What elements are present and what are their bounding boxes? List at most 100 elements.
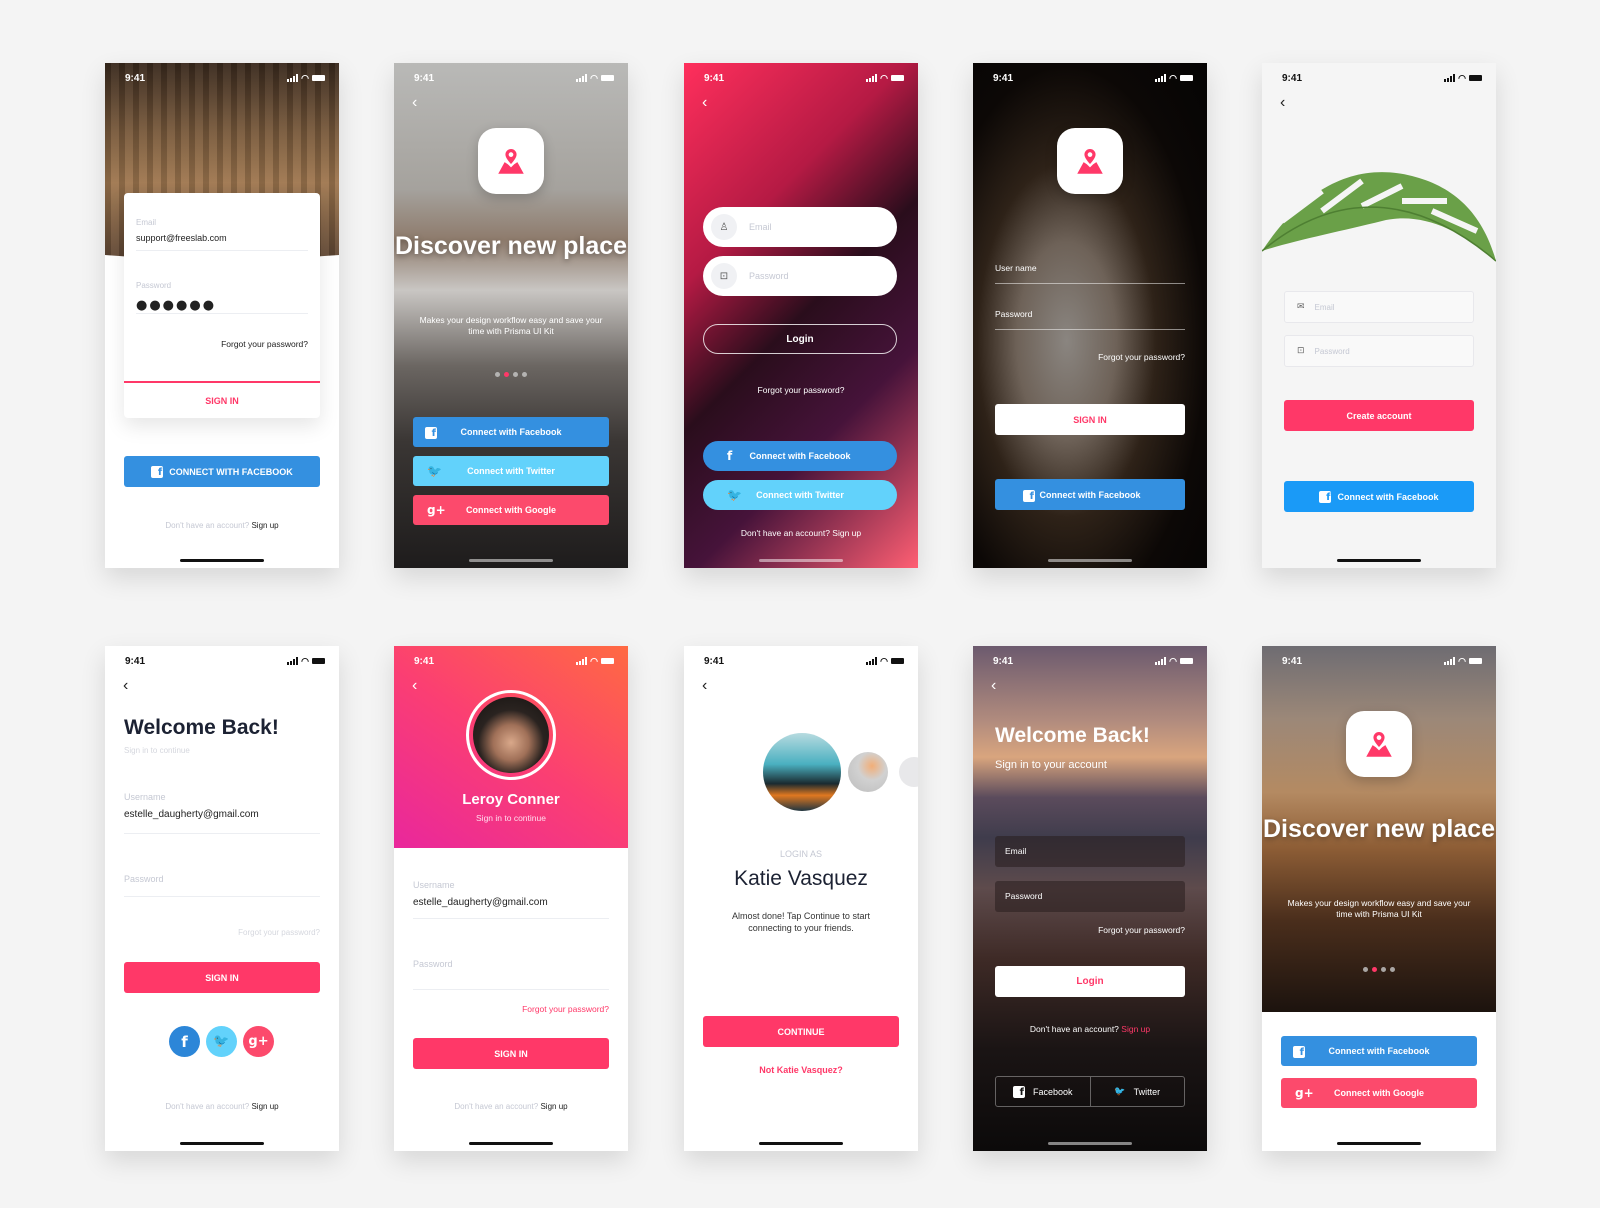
home-indicator bbox=[1337, 1142, 1421, 1145]
signup-prompt[interactable]: Don't have an account? Sign up bbox=[684, 528, 918, 538]
no-account-text: Don't have an account? bbox=[165, 1102, 250, 1111]
back-icon[interactable]: ‹ bbox=[702, 95, 707, 111]
home-indicator bbox=[1048, 1142, 1132, 1145]
page-dot[interactable] bbox=[1390, 967, 1395, 972]
forgot-password-link[interactable]: Forgot your password? bbox=[1098, 352, 1185, 362]
divider bbox=[413, 989, 609, 990]
username-field[interactable]: estelle_daugherty@gmail.com bbox=[124, 809, 259, 820]
back-icon[interactable]: ‹ bbox=[412, 95, 417, 111]
connect-twitter-button[interactable]: 🐦 Connect with Twitter bbox=[413, 456, 609, 486]
avatar-selected[interactable] bbox=[763, 733, 841, 811]
login-button[interactable]: Login bbox=[995, 966, 1185, 997]
signal-icon bbox=[287, 74, 299, 82]
profile-subtitle: Sign in to continue bbox=[476, 813, 546, 823]
sign-up-link[interactable]: Sign up bbox=[251, 521, 278, 530]
google-plus-icon[interactable]: g+ bbox=[243, 1026, 274, 1057]
battery-icon bbox=[312, 658, 325, 664]
screen-profile-login: 9:41 ◠ ‹ Leroy Conner Sign in to continu… bbox=[394, 646, 628, 1151]
email-label: Email bbox=[136, 218, 157, 227]
continue-button[interactable]: CONTINUE bbox=[703, 1016, 899, 1047]
password-field[interactable]: Password bbox=[413, 959, 453, 969]
back-icon[interactable]: ‹ bbox=[991, 678, 996, 694]
password-field[interactable]: Password bbox=[124, 874, 164, 884]
google-plus-icon: g+ bbox=[427, 503, 446, 517]
location-pin-icon bbox=[494, 144, 528, 178]
page-dot[interactable] bbox=[495, 372, 500, 377]
forgot-password-link[interactable]: Forgot your password? bbox=[1098, 925, 1185, 935]
avatar-option[interactable] bbox=[899, 757, 918, 787]
page-dot[interactable] bbox=[513, 372, 518, 377]
password-input[interactable]: Password bbox=[995, 881, 1185, 912]
username-input[interactable]: User name bbox=[995, 263, 1037, 273]
sign-in-button[interactable]: SIGN IN bbox=[995, 404, 1185, 435]
connect-facebook-button[interactable]: f Connect with Facebook bbox=[413, 417, 609, 447]
forgot-password-link[interactable]: Forgot your password? bbox=[522, 1004, 609, 1014]
sign-up-link[interactable]: Sign up bbox=[251, 1102, 278, 1111]
subtitle: Makes your design workflow easy and save… bbox=[1287, 898, 1471, 919]
username-field[interactable]: estelle_daugherty@gmail.com bbox=[413, 897, 548, 908]
connect-facebook-button[interactable]: f Connect with Facebook bbox=[995, 479, 1185, 510]
divider bbox=[124, 833, 320, 834]
password-input[interactable]: Password bbox=[995, 309, 1032, 319]
facebook-button[interactable]: f Facebook bbox=[996, 1077, 1091, 1106]
email-field[interactable]: support@freeslab.com bbox=[136, 233, 227, 243]
home-indicator bbox=[1337, 559, 1421, 562]
forgot-password-link[interactable]: Forgot your password? bbox=[684, 385, 918, 395]
back-icon[interactable]: ‹ bbox=[702, 678, 707, 694]
avatar-option[interactable] bbox=[848, 752, 888, 792]
page-dot[interactable] bbox=[1372, 967, 1377, 972]
login-card: Email support@freeslab.com Password ●●●●… bbox=[124, 193, 320, 418]
email-input[interactable]: ✉ Email bbox=[1284, 291, 1474, 323]
status-time: 9:41 bbox=[993, 72, 1014, 84]
status-bar: 9:41 ◠ bbox=[125, 654, 325, 668]
facebook-icon[interactable]: f bbox=[169, 1026, 200, 1057]
twitter-icon[interactable]: 🐦 bbox=[206, 1026, 237, 1057]
connect-facebook-button[interactable]: f Connect with Facebook bbox=[703, 441, 897, 471]
connect-google-button[interactable]: g+ Connect with Google bbox=[1281, 1078, 1477, 1108]
back-icon[interactable]: ‹ bbox=[412, 678, 417, 694]
location-pin-icon bbox=[1362, 727, 1396, 761]
twitter-button[interactable]: 🐦 Twitter bbox=[1091, 1077, 1185, 1106]
password-field[interactable]: ●●●●●● bbox=[136, 298, 216, 313]
battery-icon bbox=[891, 75, 904, 81]
avatar-photo bbox=[473, 697, 549, 773]
button-label: Connect with Facebook bbox=[749, 451, 851, 461]
sign-in-button[interactable]: SIGN IN bbox=[413, 1038, 609, 1069]
back-icon[interactable]: ‹ bbox=[123, 678, 128, 694]
connect-twitter-button[interactable]: 🐦 Connect with Twitter bbox=[703, 480, 897, 510]
battery-icon bbox=[891, 658, 904, 664]
back-icon[interactable]: ‹ bbox=[1280, 95, 1285, 111]
page-dot[interactable] bbox=[522, 372, 527, 377]
connect-facebook-button[interactable]: f Connect with Facebook bbox=[1281, 1036, 1477, 1066]
facebook-icon: f bbox=[1012, 1085, 1025, 1098]
sign-in-button[interactable]: SIGN IN bbox=[124, 962, 320, 993]
login-button[interactable]: Login bbox=[703, 324, 897, 354]
email-input[interactable]: ♙ Email bbox=[703, 207, 897, 247]
page-dot[interactable] bbox=[1363, 967, 1368, 972]
forgot-password-link[interactable]: Forgot your password? bbox=[238, 928, 320, 937]
password-input[interactable]: ⊡ Password bbox=[1284, 335, 1474, 367]
connect-google-button[interactable]: g+ Connect with Google bbox=[413, 495, 609, 525]
create-account-button[interactable]: Create account bbox=[1284, 400, 1474, 431]
connect-facebook-button[interactable]: f CONNECT WITH FACEBOOK bbox=[124, 456, 320, 487]
password-input[interactable]: ⊡ Password bbox=[703, 256, 897, 296]
forgot-password-link[interactable]: Forgot your password? bbox=[221, 339, 308, 349]
sign-in-button[interactable]: SIGN IN bbox=[124, 383, 320, 418]
location-pin-icon bbox=[1073, 144, 1107, 178]
divider bbox=[136, 313, 308, 314]
lock-icon: ⊡ bbox=[1297, 346, 1305, 356]
signal-icon bbox=[1155, 74, 1167, 82]
sign-up-link[interactable]: Sign up bbox=[1121, 1024, 1150, 1034]
page-dot[interactable] bbox=[1381, 967, 1386, 972]
button-label: Connect with Twitter bbox=[467, 466, 555, 476]
sign-up-link[interactable]: Sign up bbox=[540, 1102, 567, 1111]
social-login-group: f Facebook 🐦 Twitter bbox=[995, 1076, 1185, 1107]
status-bar: 9:41 ◠ bbox=[993, 71, 1193, 85]
signup-prompt: Don't have an account? Sign up bbox=[394, 1102, 628, 1111]
facebook-icon: f bbox=[1293, 1046, 1305, 1058]
not-user-link[interactable]: Not Katie Vasquez? bbox=[684, 1065, 918, 1075]
status-bar: 9:41 ◠ bbox=[414, 654, 614, 668]
connect-facebook-button[interactable]: f Connect with Facebook bbox=[1284, 481, 1474, 512]
page-dot[interactable] bbox=[504, 372, 509, 377]
email-input[interactable]: Email bbox=[995, 836, 1185, 867]
